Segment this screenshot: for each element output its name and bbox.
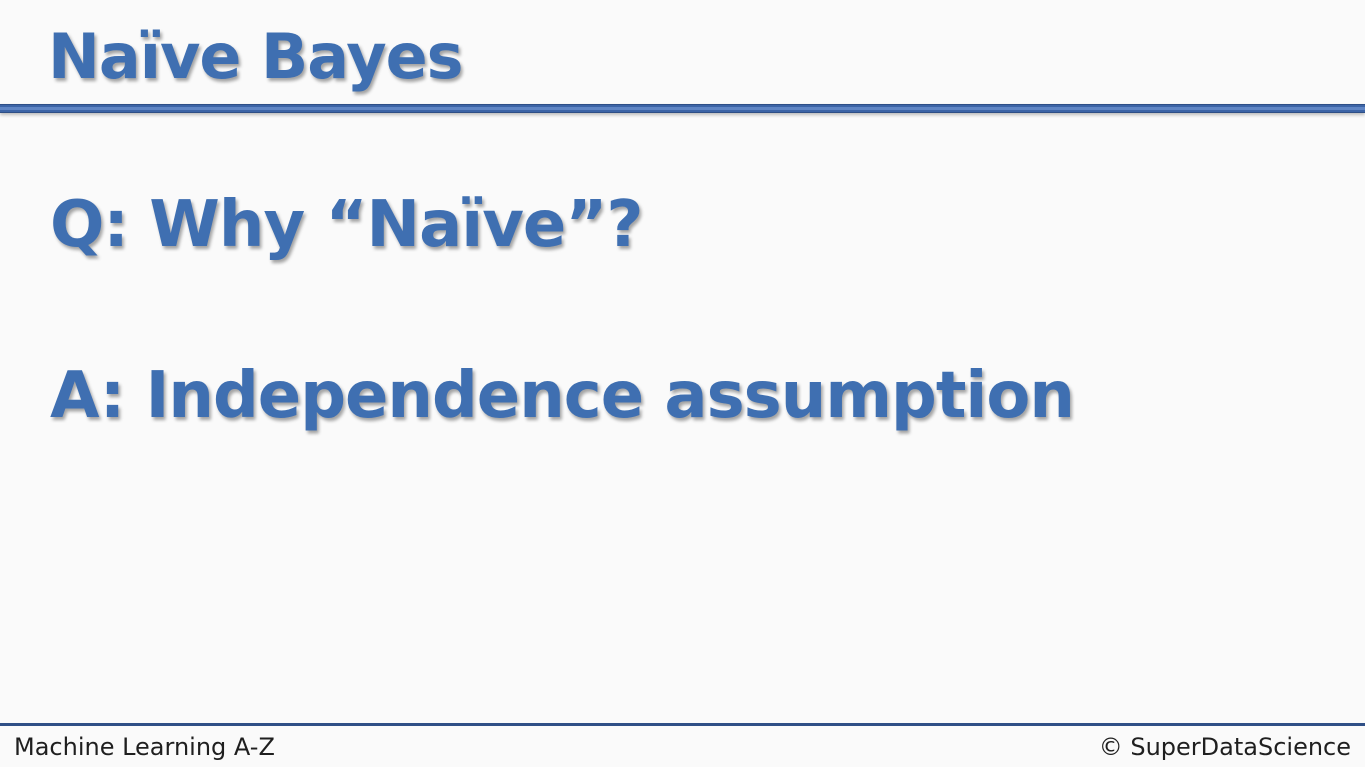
answer-text: A: Independence assumption	[50, 359, 1075, 433]
footer-divider	[0, 723, 1365, 726]
title-divider	[0, 104, 1365, 113]
slide: Naïve Bayes Q: Why “Naïve”? A: Independe…	[0, 0, 1365, 767]
footer-copyright: © SuperDataScience	[1098, 733, 1351, 761]
slide-title: Naïve Bayes	[48, 20, 464, 93]
question-text: Q: Why “Naïve”?	[50, 188, 643, 262]
footer-course-name: Machine Learning A-Z	[14, 733, 275, 761]
